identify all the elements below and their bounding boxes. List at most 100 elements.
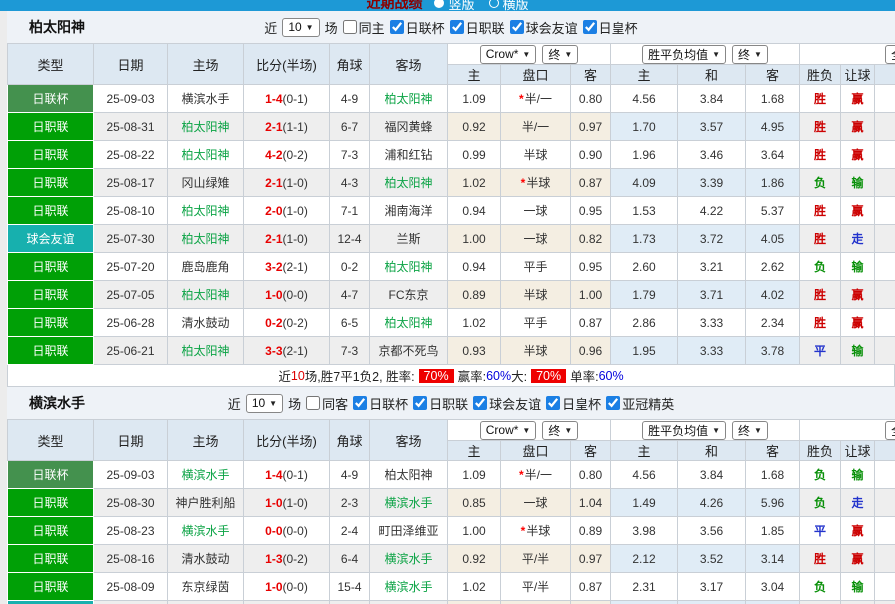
away-team[interactable]: 横滨水手 bbox=[384, 552, 432, 566]
same-venue-checkbox-input[interactable] bbox=[343, 20, 357, 34]
full-time-score: 2-0 bbox=[265, 204, 282, 218]
league-filter-checkbox-input[interactable] bbox=[546, 396, 560, 410]
half-time-score: (0-1) bbox=[283, 92, 308, 106]
handicap-result-cell: 输 bbox=[841, 169, 875, 197]
league-filter-checkbox-input[interactable] bbox=[413, 396, 427, 410]
away-odds: 0.87 bbox=[571, 309, 611, 337]
league-filter-checkbox[interactable]: 日皇杯 bbox=[583, 18, 638, 37]
league-filter-checkbox-input[interactable] bbox=[583, 20, 597, 34]
home-team[interactable]: 柏太阳神 bbox=[181, 148, 229, 162]
score-cell: 2-1(1-0) bbox=[244, 169, 330, 197]
league-filter-checkbox-input[interactable] bbox=[450, 20, 464, 34]
match-count-select[interactable]: 10▼ bbox=[246, 394, 283, 413]
away-team[interactable]: 柏太阳神 bbox=[384, 176, 432, 190]
layout-radio-vertical[interactable]: 竖版 bbox=[434, 0, 474, 11]
recent-results-title: 近期战绩 bbox=[366, 0, 422, 11]
home-team[interactable]: 柏太阳神 bbox=[181, 120, 229, 134]
mean-draw-odds: 3.17 bbox=[678, 573, 746, 601]
away-odds bbox=[571, 601, 611, 604]
layout-radio-horizontal[interactable]: 横版 bbox=[489, 0, 529, 11]
away-team[interactable]: 福冈黄蜂 bbox=[384, 120, 432, 134]
home-team[interactable]: 横滨水手 bbox=[181, 92, 229, 106]
home-team[interactable]: 清水鼓动 bbox=[181, 552, 229, 566]
home-team[interactable]: 柏太阳神 bbox=[181, 232, 229, 246]
away-team[interactable]: 京都不死鸟 bbox=[378, 344, 438, 358]
same-venue-checkbox-input[interactable] bbox=[306, 396, 320, 410]
handicap-result-cell: 走 bbox=[841, 489, 875, 517]
scope-select[interactable]: 全场▼ bbox=[885, 45, 895, 64]
half-time-score: (1-0) bbox=[283, 176, 308, 190]
away-team[interactable]: 柏太阳神 bbox=[384, 468, 432, 482]
same-venue-checkbox[interactable]: 同主 bbox=[343, 18, 385, 37]
match-count-select[interactable]: 10▼ bbox=[282, 18, 319, 37]
league-filter-checkbox[interactable]: 日职联 bbox=[413, 394, 468, 413]
corner-count: 7-1 bbox=[330, 197, 370, 225]
league-filter-checkbox[interactable]: 亚冠精英 bbox=[606, 394, 674, 413]
home-team[interactable]: 东京绿茵 bbox=[181, 580, 229, 594]
home-team[interactable]: 柏太阳神 bbox=[181, 344, 229, 358]
handicap-result-value: 赢 bbox=[852, 288, 864, 302]
half-time-score: (0-0) bbox=[283, 288, 308, 302]
final-odds-select-2[interactable]: 终▼ bbox=[732, 421, 768, 440]
home-team[interactable]: 冈山绿雉 bbox=[181, 176, 229, 190]
league-filter-checkbox[interactable]: 日职联 bbox=[450, 18, 505, 37]
final-odds-select[interactable]: 终▼ bbox=[542, 45, 578, 64]
bookmaker-select[interactable]: Crow*▼ bbox=[480, 421, 537, 440]
handicap-value: 半球 bbox=[523, 344, 547, 358]
away-odds: 0.90 bbox=[571, 141, 611, 169]
away-team[interactable]: 柏太阳神 bbox=[384, 92, 432, 106]
handicap-result-cell: 赢 bbox=[841, 197, 875, 225]
games-label: 场 bbox=[288, 394, 301, 413]
league-filter-checkbox-input[interactable] bbox=[473, 396, 487, 410]
match-type-badge: 日职联 bbox=[8, 113, 94, 141]
final-odds-select-value: 终 bbox=[548, 46, 560, 63]
goals-cell bbox=[875, 545, 895, 573]
match-date: 25-08-09 bbox=[94, 573, 168, 601]
home-team[interactable]: 横滨水手 bbox=[181, 524, 229, 538]
mean-away-odds: 2.34 bbox=[746, 309, 800, 337]
away-team[interactable]: 湘南海洋 bbox=[384, 204, 432, 218]
league-filter-checkbox[interactable]: 日联杯 bbox=[390, 18, 445, 37]
league-filter-checkbox-input[interactable] bbox=[510, 20, 524, 34]
final-odds-select[interactable]: 终▼ bbox=[542, 421, 578, 440]
scope-select[interactable]: 全场▼ bbox=[885, 421, 895, 440]
mean-odds-group: 胜平负均值▼ 终▼ bbox=[611, 420, 800, 441]
half-time-score: (0-1) bbox=[283, 468, 308, 482]
away-team[interactable]: 兰斯 bbox=[396, 232, 420, 246]
column-header-date: 日期 bbox=[94, 44, 168, 85]
same-venue-checkbox[interactable]: 同客 bbox=[306, 394, 348, 413]
handicap-result-value: 输 bbox=[852, 468, 864, 482]
mean-odds-select[interactable]: 胜平负均值▼ bbox=[642, 45, 726, 64]
league-filter-checkbox[interactable]: 日联杯 bbox=[353, 394, 408, 413]
mean-away-odds: 1.85 bbox=[746, 517, 800, 545]
away-team[interactable]: 浦和红钻 bbox=[384, 148, 432, 162]
league-filter-checkbox[interactable]: 球会友谊 bbox=[473, 394, 541, 413]
league-filter-checkbox[interactable]: 日皇杯 bbox=[546, 394, 601, 413]
score-cell: 1-4(0-1) bbox=[244, 461, 330, 489]
league-filter-checkbox-input[interactable] bbox=[606, 396, 620, 410]
score-cell: 1-0(1-0) bbox=[244, 489, 330, 517]
bookmaker-select[interactable]: Crow*▼ bbox=[480, 45, 537, 64]
home-team[interactable]: 柏太阳神 bbox=[181, 204, 229, 218]
away-team[interactable]: 柏太阳神 bbox=[384, 316, 432, 330]
odds-changed-star: * bbox=[519, 468, 524, 482]
column-header-date: 日期 bbox=[94, 420, 168, 461]
away-team[interactable]: FC东京 bbox=[389, 288, 429, 302]
match-date: 25-06-28 bbox=[94, 309, 168, 337]
away-team[interactable]: 横滨水手 bbox=[384, 580, 432, 594]
home-team[interactable]: 鹿岛鹿角 bbox=[181, 260, 229, 274]
final-odds-select-2[interactable]: 终▼ bbox=[732, 45, 768, 64]
away-team[interactable]: 柏太阳神 bbox=[384, 260, 432, 274]
league-filter-checkbox[interactable]: 球会友谊 bbox=[510, 18, 578, 37]
radio-label: 横版 bbox=[503, 0, 529, 11]
column-header-odds_home: 主 bbox=[448, 441, 501, 461]
away-team[interactable]: 横滨水手 bbox=[384, 496, 432, 510]
league-filter-checkbox-input[interactable] bbox=[390, 20, 404, 34]
home-team[interactable]: 柏太阳神 bbox=[181, 288, 229, 302]
away-team[interactable]: 町田泽维亚 bbox=[378, 524, 438, 538]
league-filter-checkbox-input[interactable] bbox=[353, 396, 367, 410]
mean-odds-select[interactable]: 胜平负均值▼ bbox=[642, 421, 726, 440]
home-team[interactable]: 神户胜利船 bbox=[175, 496, 235, 510]
home-team[interactable]: 横滨水手 bbox=[181, 468, 229, 482]
home-team[interactable]: 清水鼓动 bbox=[181, 316, 229, 330]
